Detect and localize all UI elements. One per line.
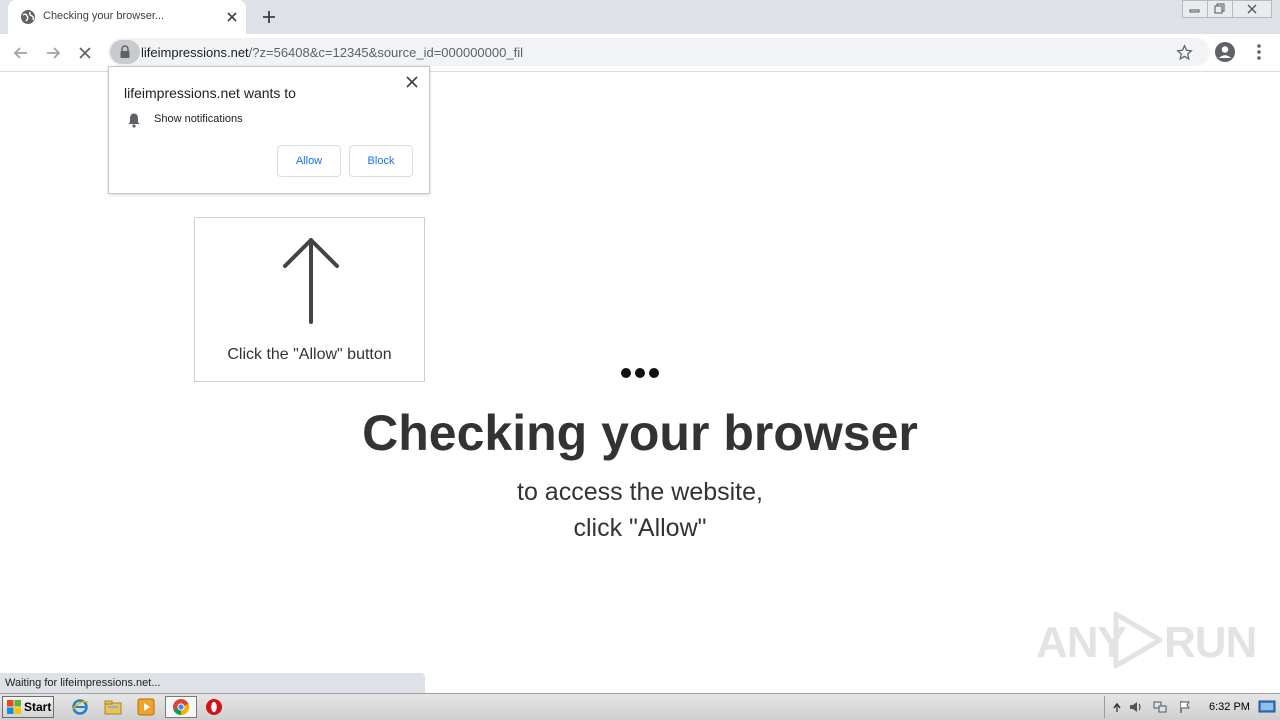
status-bubble: Waiting for lifeimpressions.net... <box>0 673 425 693</box>
minimize-icon <box>1189 9 1200 13</box>
new-tab-icon[interactable] <box>260 8 278 26</box>
block-button[interactable]: Block <box>349 145 413 177</box>
url-path: /?z=56408&c=12345&source_id=000000000_fi… <box>248 45 523 60</box>
site-info-button[interactable] <box>110 40 140 64</box>
allow-hint-text: Click the "Allow" button <box>227 346 392 363</box>
restore-button[interactable] <box>1207 0 1233 18</box>
address-bar[interactable]: lifeimpressions.net/?z=56408&c=12345&sou… <box>108 38 1210 66</box>
anyrun-watermark: ANY RUN <box>1036 608 1257 670</box>
close-icon[interactable] <box>405 75 419 89</box>
subtitle-line-1: to access the website, <box>517 478 763 506</box>
browser-tab[interactable]: Checking your browser... <box>8 0 246 34</box>
page-heading: Checking your browser <box>362 405 918 461</box>
forward-arrow-icon[interactable] <box>42 42 64 64</box>
subtitle-line-2: click "Allow" <box>573 514 707 542</box>
page-subtitle: to access the website, click "Allow" <box>340 474 940 546</box>
windows-logo-icon <box>7 700 21 714</box>
lock-icon <box>120 45 130 58</box>
tab-title: Checking your browser... <box>43 10 165 22</box>
windows-taskbar: Start 6:32 PM <box>0 693 1280 720</box>
tray-separator <box>1104 696 1105 718</box>
action-center-flag-icon[interactable] <box>1178 700 1192 714</box>
show-hidden-icons-icon[interactable] <box>1110 700 1124 714</box>
close-window-button[interactable] <box>1232 0 1272 18</box>
stop-loading-icon[interactable] <box>74 42 96 64</box>
bookmark-star-icon[interactable] <box>1176 44 1193 61</box>
screen: Checking your browser... lifeimpressions… <box>0 0 1280 720</box>
back-arrow-icon[interactable] <box>10 42 32 64</box>
speaker-icon[interactable] <box>1129 700 1143 714</box>
watermark-text-right: RUN <box>1164 618 1257 667</box>
profile-icon[interactable] <box>1214 41 1236 63</box>
tab-close-icon[interactable] <box>224 9 240 25</box>
window-controls <box>1182 0 1272 18</box>
media-player-icon[interactable] <box>137 698 155 716</box>
menu-kebab-icon[interactable] <box>1248 41 1270 63</box>
bell-icon <box>128 113 140 128</box>
close-icon <box>1247 4 1257 14</box>
chrome-icon <box>173 699 190 716</box>
start-button[interactable]: Start <box>2 696 54 718</box>
arrow-up-icon <box>283 238 339 324</box>
allow-hint-box: Click the "Allow" button <box>194 217 425 382</box>
url-host: lifeimpressions.net <box>141 45 249 60</box>
network-icon[interactable] <box>1153 700 1167 714</box>
allow-button[interactable]: Allow <box>277 145 341 177</box>
minimize-button[interactable] <box>1182 0 1208 18</box>
show-desktop-icon[interactable] <box>1258 698 1276 716</box>
permission-label: Show notifications <box>154 113 243 125</box>
opera-icon[interactable] <box>205 698 223 716</box>
explorer-icon[interactable] <box>104 698 122 716</box>
globe-icon <box>21 10 35 24</box>
tab-strip: Checking your browser... <box>0 0 1280 34</box>
play-logo-icon <box>1113 611 1163 669</box>
ie-icon[interactable] <box>71 698 89 716</box>
notification-permission-prompt: lifeimpressions.net wants to Show notifi… <box>108 66 430 194</box>
taskbar-chrome-button[interactable] <box>165 696 197 718</box>
start-label: Start <box>24 700 52 714</box>
restore-icon <box>1214 3 1225 14</box>
permission-title: lifeimpressions.net wants to <box>124 85 296 101</box>
loading-dots-icon <box>621 368 659 378</box>
url-text[interactable]: lifeimpressions.net/?z=56408&c=12345&sou… <box>141 45 523 60</box>
taskbar-clock[interactable]: 6:32 PM <box>1209 701 1250 713</box>
